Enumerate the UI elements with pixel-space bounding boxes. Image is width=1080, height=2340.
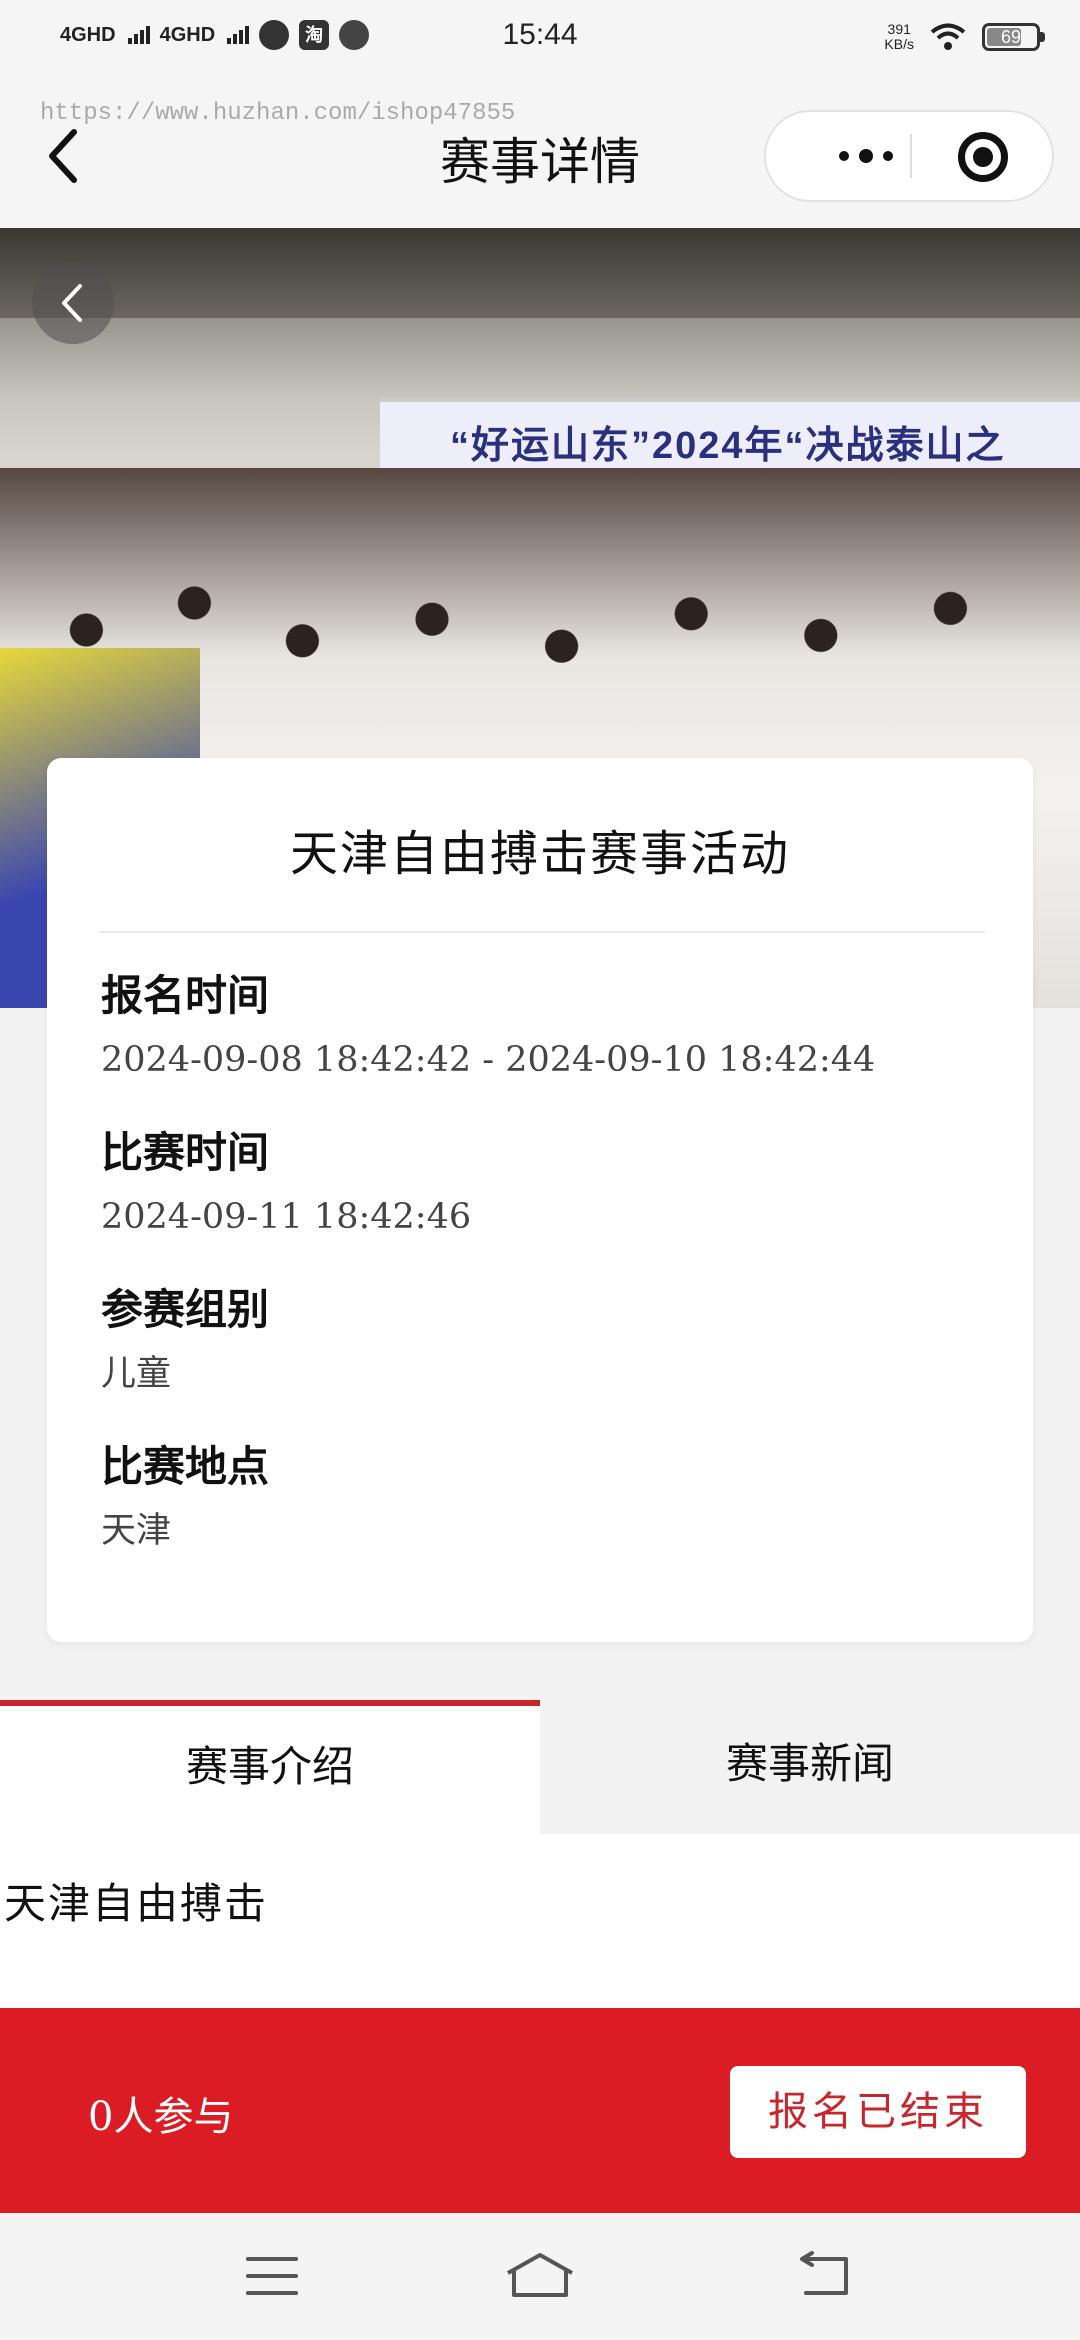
target-icon[interactable] (958, 132, 1008, 182)
status-bar: 4GHD 4GHD 淘 15:44 391 KB/s 69 (0, 0, 1080, 80)
card-divider (99, 931, 985, 933)
network-speed: 391 KB/s (884, 22, 914, 52)
event-info-card: 天津自由搏击赛事活动 报名时间 2024-09-08 18:42:42 - 20… (47, 758, 1033, 1642)
signup-time-field: 报名时间 2024-09-08 18:42:42 - 2024-09-10 18… (101, 966, 875, 1090)
intro-text: 天津自由搏击 (4, 1879, 269, 1928)
speed-value: 391 (887, 21, 911, 37)
event-title: 天津自由搏击赛事活动 (289, 826, 790, 882)
tab-intro[interactable]: 赛事介绍 (0, 1700, 540, 1834)
location-field: 比赛地点 天津 (101, 1437, 269, 1561)
participant-count: 0人参与 (88, 2094, 234, 2140)
wifi-icon (930, 23, 966, 50)
miniprogram-capsule (764, 110, 1054, 202)
speed-unit: KB/s (884, 36, 914, 52)
location-value: 天津 (101, 1511, 172, 1551)
capsule-divider (910, 134, 912, 178)
tab-content: 天津自由搏击 (0, 1834, 1080, 2008)
match-time-field: 比赛时间 2024-09-11 18:42:46 (101, 1123, 471, 1247)
home-icon[interactable] (504, 2251, 576, 2301)
signup-time-label: 报名时间 (101, 971, 270, 1020)
banner-back-button[interactable] (32, 262, 114, 344)
nav-bar: https://www.huzhan.com/ishop47855 赛事详情 (0, 80, 1080, 228)
return-icon[interactable] (794, 2251, 854, 2301)
group-value: 儿童 (101, 1354, 172, 1394)
system-navigation-bar (0, 2213, 1080, 2340)
menu-icon[interactable] (244, 2251, 300, 2301)
tab-news[interactable]: 赛事新闻 (540, 1700, 1080, 1834)
match-time-label: 比赛时间 (101, 1128, 270, 1177)
banner-slogan-band: “好运山东”2024年“决战泰山之巅”跆 (380, 398, 1080, 522)
banner-ceiling (0, 228, 1080, 318)
more-button[interactable] (806, 112, 926, 200)
group-label: 参赛组别 (101, 1285, 270, 1334)
group-field: 参赛组别 儿童 (101, 1280, 269, 1404)
status-right: 391 KB/s 69 (884, 22, 1045, 52)
action-bar: 0人参与 报名已结束 (0, 2008, 1080, 2213)
chevron-left-icon (62, 284, 82, 322)
signup-button[interactable]: 报名已结束 (730, 2066, 1026, 2158)
battery-icon: 69 (982, 23, 1045, 51)
match-time-value: 2024-09-11 18:42:46 (101, 1197, 472, 1237)
battery-level: 69 (1000, 27, 1022, 47)
location-label: 比赛地点 (101, 1442, 270, 1491)
signup-time-value: 2024-09-08 18:42:42 - 2024-09-10 18:42:4… (101, 1040, 876, 1080)
tab-bar: 赛事介绍 赛事新闻 (0, 1700, 1080, 1834)
